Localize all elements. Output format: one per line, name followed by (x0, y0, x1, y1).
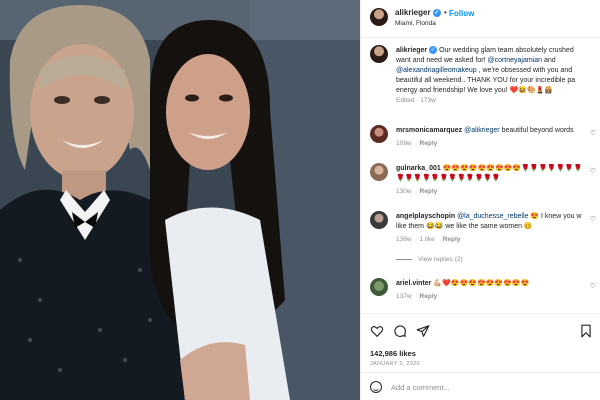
commenter-username[interactable]: gulnarka_001 (396, 165, 441, 172)
caption-line-3: , we're obsessed with you and (478, 67, 573, 74)
post-date: JANUARY 3, 2020 (370, 361, 420, 367)
caption-line-4: beautiful all weekend.. THANK YOU for yo… (396, 77, 576, 84)
caption-line-2: want and need we asked for! (396, 57, 486, 64)
caption-line-5: energy and friendship! We love you! (396, 87, 508, 94)
comment-time: 109w (396, 140, 412, 147)
caption-emojis: ❤️😆🎨💄👸🏽 (509, 87, 554, 94)
comment-body: 💪🏼❤️😍😍😍😍😍😍😍😍😍 (433, 280, 530, 287)
post-side-panel: alikrieger ✓ • Follow Miami, Florida alik… (360, 0, 600, 400)
comment-mention[interactable]: @alikrieger (464, 127, 500, 134)
author-username-text[interactable]: alikrieger (395, 8, 431, 17)
caption-username[interactable]: alikrieger (396, 47, 427, 54)
comment-time: 136w (396, 236, 412, 243)
like-comment-heart-icon[interactable]: ♡ (590, 129, 596, 137)
add-comment-bar (361, 372, 600, 400)
caption-edited-label: Edited (396, 97, 415, 104)
comment-time: 130w (396, 188, 412, 195)
comments-list[interactable]: alikrieger ✓ Our wedding glam team absolu… (361, 38, 600, 313)
commenter-avatar[interactable] (370, 278, 388, 296)
comment-text: gulnarka_001 😍😍😍😍😍😍😍😍😍🌹🌹🌹🌹🌹🌹🌹 🌹🌹🌹🌹🌹🌹🌹🌹🌹🌹… (396, 164, 600, 184)
instagram-post-window: alikrieger ✓ • Follow Miami, Florida alik… (0, 0, 600, 400)
comment-likes[interactable]: 1 like (420, 236, 435, 243)
post-actions: 142,986 likes JANUARY 3, 2020 (361, 313, 600, 371)
follow-button[interactable]: Follow (449, 9, 474, 18)
commenter-username[interactable]: ariel.vinter (396, 280, 431, 287)
comment-body: 😍😍😍😍😍😍😍😍😍🌹🌹🌹🌹🌹🌹🌹 (442, 165, 583, 172)
view-replies-label[interactable]: View replies (2) (418, 256, 463, 263)
save-bookmark-icon[interactable] (579, 324, 593, 338)
share-send-icon[interactable] (416, 324, 430, 338)
caption-mention-2[interactable]: @alexandriagilleomakeup (396, 67, 477, 74)
like-comment-heart-icon[interactable]: ♡ (590, 215, 596, 223)
like-comment-heart-icon[interactable]: ♡ (590, 167, 596, 175)
caption-mention-1[interactable]: @cortneyajamian (487, 57, 542, 64)
commenter-avatar[interactable] (370, 125, 388, 143)
author-avatar[interactable] (370, 8, 388, 26)
verified-badge-icon: ✓ (429, 46, 438, 55)
post-photo[interactable] (0, 0, 360, 400)
commenter-username[interactable]: mrsmonicamarquez (396, 127, 462, 134)
author-username[interactable]: alikrieger ✓ (395, 8, 441, 17)
comment-mention[interactable]: @la_duchesse_rebelle (457, 213, 528, 220)
comment-item: ariel.vinter 💪🏼❤️😍😍😍😍😍😍😍😍😍 137w Reply ♡ (370, 278, 600, 308)
comment-item: gulnarka_001 😍😍😍😍😍😍😍😍😍🌹🌹🌹🌹🌹🌹🌹 🌹🌹🌹🌹🌹🌹🌹🌹🌹🌹… (370, 163, 600, 199)
comment-body-line-2: 🌹🌹🌹🌹🌹🌹🌹🌹🌹🌹🌹🌹 (396, 175, 501, 182)
caption-text: alikrieger ✓ Our wedding glam team absolu… (396, 46, 576, 104)
comment-time: 137w (396, 293, 412, 300)
comment-meta: 137w Reply (396, 293, 445, 300)
comment-meta: 130w Reply (396, 188, 445, 195)
comment-text: ariel.vinter 💪🏼❤️😍😍😍😍😍😍😍😍😍 (396, 279, 600, 289)
reply-button[interactable]: Reply (420, 293, 438, 300)
emoji-smiley-icon[interactable] (370, 381, 382, 393)
comment-meta: 109w Reply (396, 140, 445, 147)
comment-body: 😍 I knew you w (530, 213, 582, 220)
view-replies-line (396, 258, 412, 260)
comment-bubble-icon[interactable] (393, 324, 407, 338)
comment-text: mrsmonicamarquez @alikrieger beautiful b… (396, 126, 600, 136)
reply-button[interactable]: Reply (420, 188, 438, 195)
reply-button[interactable]: Reply (420, 140, 438, 147)
comment-meta: 136w 1 like Reply (396, 236, 468, 243)
commenter-avatar[interactable] (370, 163, 388, 181)
verified-badge-icon: ✓ (432, 8, 441, 17)
comment-item: mrsmonicamarquez @alikrieger beautiful b… (370, 125, 600, 155)
caption-time: 173w (420, 97, 436, 104)
comment-body-line-2: like them 😂😂 we like the same women 🥴 (396, 223, 533, 230)
photo-illustration (0, 0, 360, 400)
like-heart-icon[interactable] (370, 324, 384, 338)
post-location[interactable]: Miami, Florida (395, 20, 436, 27)
caption-avatar[interactable] (370, 45, 388, 63)
likes-count[interactable]: 142,986 likes (370, 349, 416, 358)
commenter-avatar[interactable] (370, 211, 388, 229)
post-header: alikrieger ✓ • Follow Miami, Florida (361, 0, 600, 38)
comment-item: angelplayschopin @la_duchesse_rebelle 😍 … (370, 211, 600, 267)
view-replies-button[interactable]: View replies (2) (396, 256, 463, 263)
like-comment-heart-icon[interactable]: ♡ (590, 282, 596, 290)
separator-dot: • (444, 8, 447, 17)
commenter-username[interactable]: angelplayschopin (396, 213, 455, 220)
caption-line-1: Our wedding glam team absolutely crushed (439, 47, 574, 54)
add-comment-input[interactable] (391, 380, 591, 394)
reply-button[interactable]: Reply (443, 236, 461, 243)
comment-body: beautiful beyond words (501, 127, 574, 134)
comment-text: angelplayschopin @la_duchesse_rebelle 😍 … (396, 212, 600, 232)
caption-entry: alikrieger ✓ Our wedding glam team absolu… (370, 45, 600, 119)
